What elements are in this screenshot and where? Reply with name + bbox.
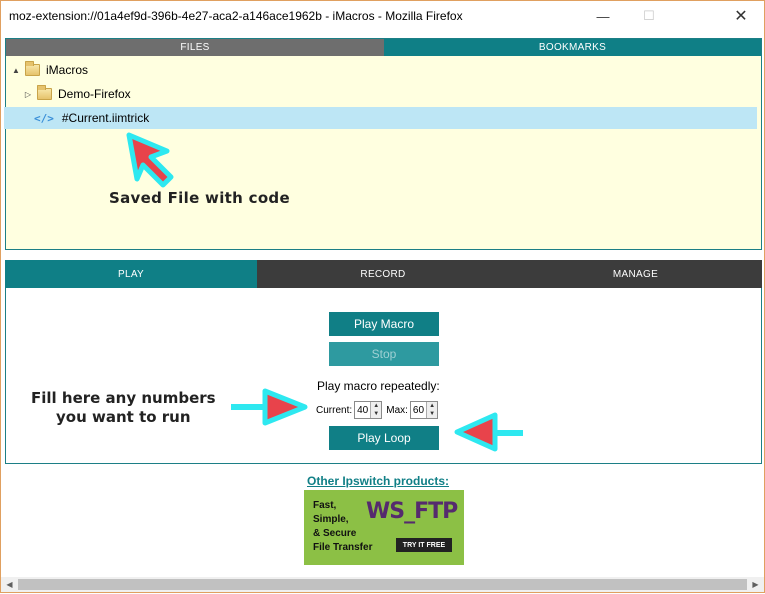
ad-text: Fast, Simple, & Secure File Transfer — [313, 499, 372, 555]
ad-line: & Secure — [313, 528, 357, 539]
spin-down-icon[interactable]: ▼ — [427, 410, 438, 418]
current-stepper[interactable]: 40 ▲ ▼ — [354, 401, 383, 419]
tab-manage[interactable]: MANAGE — [509, 260, 762, 288]
annotation-fill-numbers: Fill here any numbers you want to run — [31, 389, 216, 427]
current-label: Current: — [316, 404, 353, 416]
max-label: Max: — [386, 404, 408, 416]
top-tabs: FILES BOOKMARKS — [6, 39, 761, 56]
tree-item-label: iMacros — [46, 63, 89, 77]
ad-line: Fast, — [313, 500, 337, 511]
annotation-saved-file: Saved File with code — [109, 189, 290, 207]
tree-item-label: Demo-Firefox — [58, 87, 131, 101]
close-button[interactable]: ✕ — [718, 1, 764, 31]
window-title: moz-extension://01a4ef9d-396b-4e27-aca2-… — [9, 9, 463, 23]
tree-item-current-file[interactable]: </> #Current.iimtrick — [4, 107, 757, 129]
other-products-link[interactable]: Other Ipswitch products: — [307, 474, 449, 488]
stop-button[interactable]: Stop — [329, 342, 439, 366]
max-stepper[interactable]: 60 ▲ ▼ — [409, 401, 439, 419]
ad-line: File Transfer — [313, 542, 373, 553]
tree-item-imacros[interactable]: ▲ iMacros — [11, 59, 88, 81]
ws-ftp-ad-banner[interactable]: Fast, Simple, & Secure File Transfer WS_… — [304, 490, 464, 565]
tab-bookmarks[interactable]: BOOKMARKS — [384, 39, 761, 56]
main-tabs: PLAY RECORD MANAGE — [5, 260, 762, 288]
tree-item-demo-firefox[interactable]: ▷ Demo-Firefox — [23, 83, 131, 105]
folder-icon — [25, 61, 40, 76]
window-titlebar: moz-extension://01a4ef9d-396b-4e27-aca2-… — [1, 1, 764, 33]
scroll-right-icon[interactable]: ▶ — [747, 577, 764, 592]
ad-line: Simple, — [313, 514, 349, 525]
max-value[interactable]: 60 — [411, 405, 426, 416]
minimize-button[interactable]: — — [580, 1, 626, 31]
files-panel: FILES BOOKMARKS — [5, 38, 762, 250]
annotation-line: Fill here any numbers — [31, 389, 216, 407]
spin-down-icon[interactable]: ▼ — [371, 410, 382, 418]
code-file-icon: </> — [34, 111, 54, 125]
expanded-triangle-icon[interactable]: ▲ — [11, 66, 21, 75]
current-value[interactable]: 40 — [355, 405, 370, 416]
maximize-button[interactable]: ☐ — [626, 1, 672, 31]
spin-up-icon[interactable]: ▲ — [371, 402, 382, 410]
tree-item-label: #Current.iimtrick — [61, 111, 150, 125]
horizontal-scrollbar[interactable]: ◀ ▶ — [1, 577, 764, 592]
tab-files[interactable]: FILES — [6, 39, 384, 56]
repeat-label: Play macro repeatedly: — [317, 379, 440, 393]
scrollbar-thumb[interactable] — [18, 579, 747, 590]
annotation-line: you want to run — [56, 408, 191, 426]
spin-up-icon[interactable]: ▲ — [427, 402, 438, 410]
play-macro-button[interactable]: Play Macro — [329, 312, 439, 336]
loop-controls: Current: 40 ▲ ▼ Max: 60 ▲ ▼ — [316, 401, 442, 419]
ws-ftp-logo: WS_FTP — [366, 499, 458, 524]
scroll-left-icon[interactable]: ◀ — [1, 577, 18, 592]
play-loop-button[interactable]: Play Loop — [329, 426, 439, 450]
tab-record[interactable]: RECORD — [257, 260, 509, 288]
collapsed-triangle-icon[interactable]: ▷ — [23, 90, 33, 99]
folder-icon — [37, 85, 52, 100]
tab-play[interactable]: PLAY — [5, 260, 257, 288]
try-it-free-button[interactable]: TRY IT FREE — [396, 538, 452, 552]
